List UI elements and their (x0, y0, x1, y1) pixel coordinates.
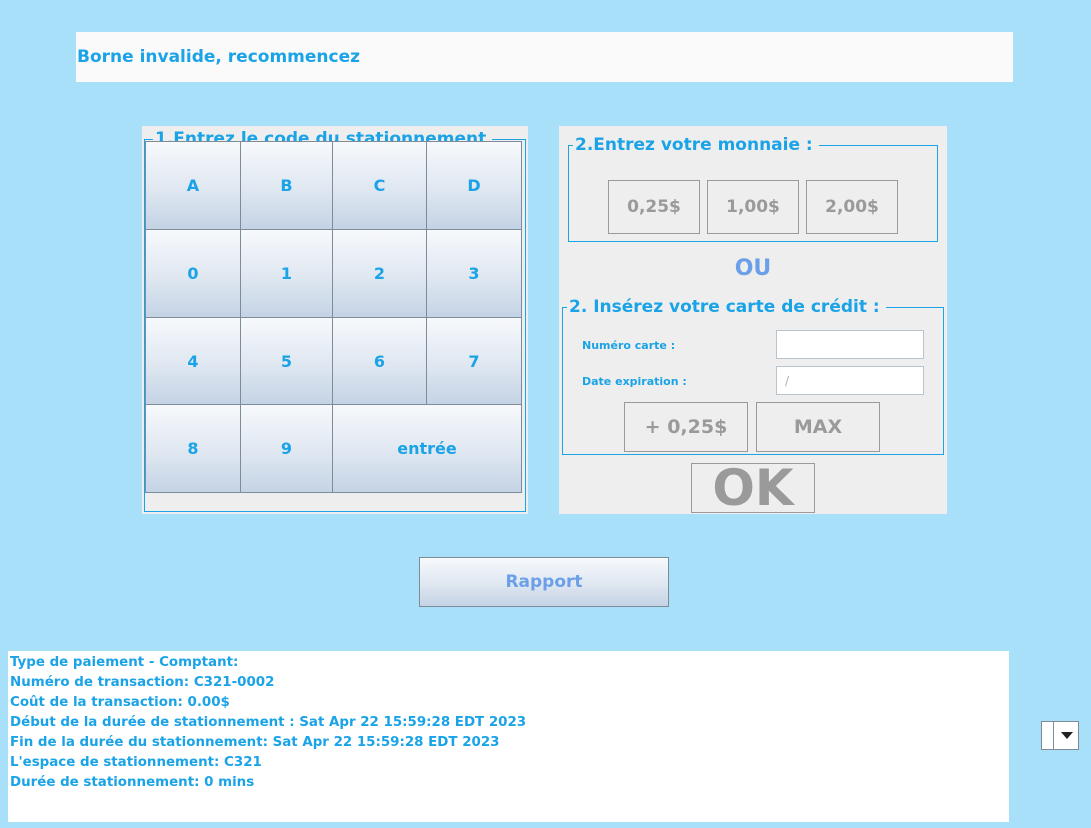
payment-panel: 2.Entrez votre monnaie : 0,25$ 1,00$ 2,0… (559, 126, 947, 514)
coin-200-button[interactable]: 2,00$ (806, 180, 898, 234)
parking-code-panel: 1.Entrez le code du stationnement A B C … (142, 126, 528, 514)
max-button[interactable]: MAX (756, 402, 880, 452)
report-line: Type de paiement - Comptant: (10, 655, 239, 670)
credit-card-fieldset: 2. Insérez votre carte de crédit : Numér… (562, 297, 944, 455)
report-button[interactable]: Rapport (419, 557, 669, 607)
key-0[interactable]: 0 (145, 229, 241, 318)
key-a[interactable]: A (145, 141, 241, 230)
add-025-button[interactable]: + 0,25$ (624, 402, 748, 452)
key-b[interactable]: B (240, 141, 333, 230)
coin-fieldset: 2.Entrez votre monnaie : 0,25$ 1,00$ 2,0… (568, 135, 938, 242)
report-dropdown[interactable] (1041, 721, 1079, 750)
report-line: Durée de stationnement: 0 mins (10, 775, 255, 790)
status-message: Borne invalide, recommencez (77, 47, 361, 67)
coin-100-button[interactable]: 1,00$ (707, 180, 799, 234)
key-3[interactable]: 3 (426, 229, 522, 318)
card-number-input[interactable] (776, 330, 924, 359)
key-6[interactable]: 6 (332, 317, 427, 405)
key-5[interactable]: 5 (240, 317, 333, 405)
or-label: OU (734, 256, 772, 281)
credit-card-legend: 2. Insérez votre carte de crédit : (567, 297, 886, 317)
chevron-down-icon (1061, 732, 1073, 739)
key-2[interactable]: 2 (332, 229, 427, 318)
transaction-report: Type de paiement - Comptant: Numéro de t… (8, 651, 1009, 822)
key-1[interactable]: 1 (240, 229, 333, 318)
key-9[interactable]: 9 (240, 404, 333, 493)
report-line: L'espace de stationnement: C321 (10, 755, 262, 770)
expiry-date-input[interactable] (776, 366, 924, 395)
report-line: Début de la durée de stationnement : Sat… (10, 715, 527, 730)
report-line: Numéro de transaction: C321-0002 (10, 675, 275, 690)
key-7[interactable]: 7 (426, 317, 522, 405)
report-line: Fin de la durée du stationnement: Sat Ap… (10, 735, 500, 750)
report-line: Coût de la transaction: 0.00$ (10, 695, 230, 710)
ok-button[interactable]: OK (691, 463, 815, 513)
expiry-date-label: Date expiration : (582, 375, 687, 388)
key-d[interactable]: D (426, 141, 522, 230)
dropdown-value (1042, 722, 1054, 749)
key-8[interactable]: 8 (145, 404, 241, 493)
card-number-label: Numéro carte : (582, 339, 676, 352)
coin-legend: 2.Entrez votre monnaie : (573, 135, 819, 155)
key-4[interactable]: 4 (145, 317, 241, 405)
enter-key[interactable]: entrée (332, 404, 522, 493)
status-message-bar: Borne invalide, recommencez (76, 32, 1013, 82)
key-c[interactable]: C (332, 141, 427, 230)
coin-025-button[interactable]: 0,25$ (608, 180, 700, 234)
keypad-grid: A B C D 0 1 2 3 4 5 6 7 8 9 entrée (145, 141, 522, 493)
